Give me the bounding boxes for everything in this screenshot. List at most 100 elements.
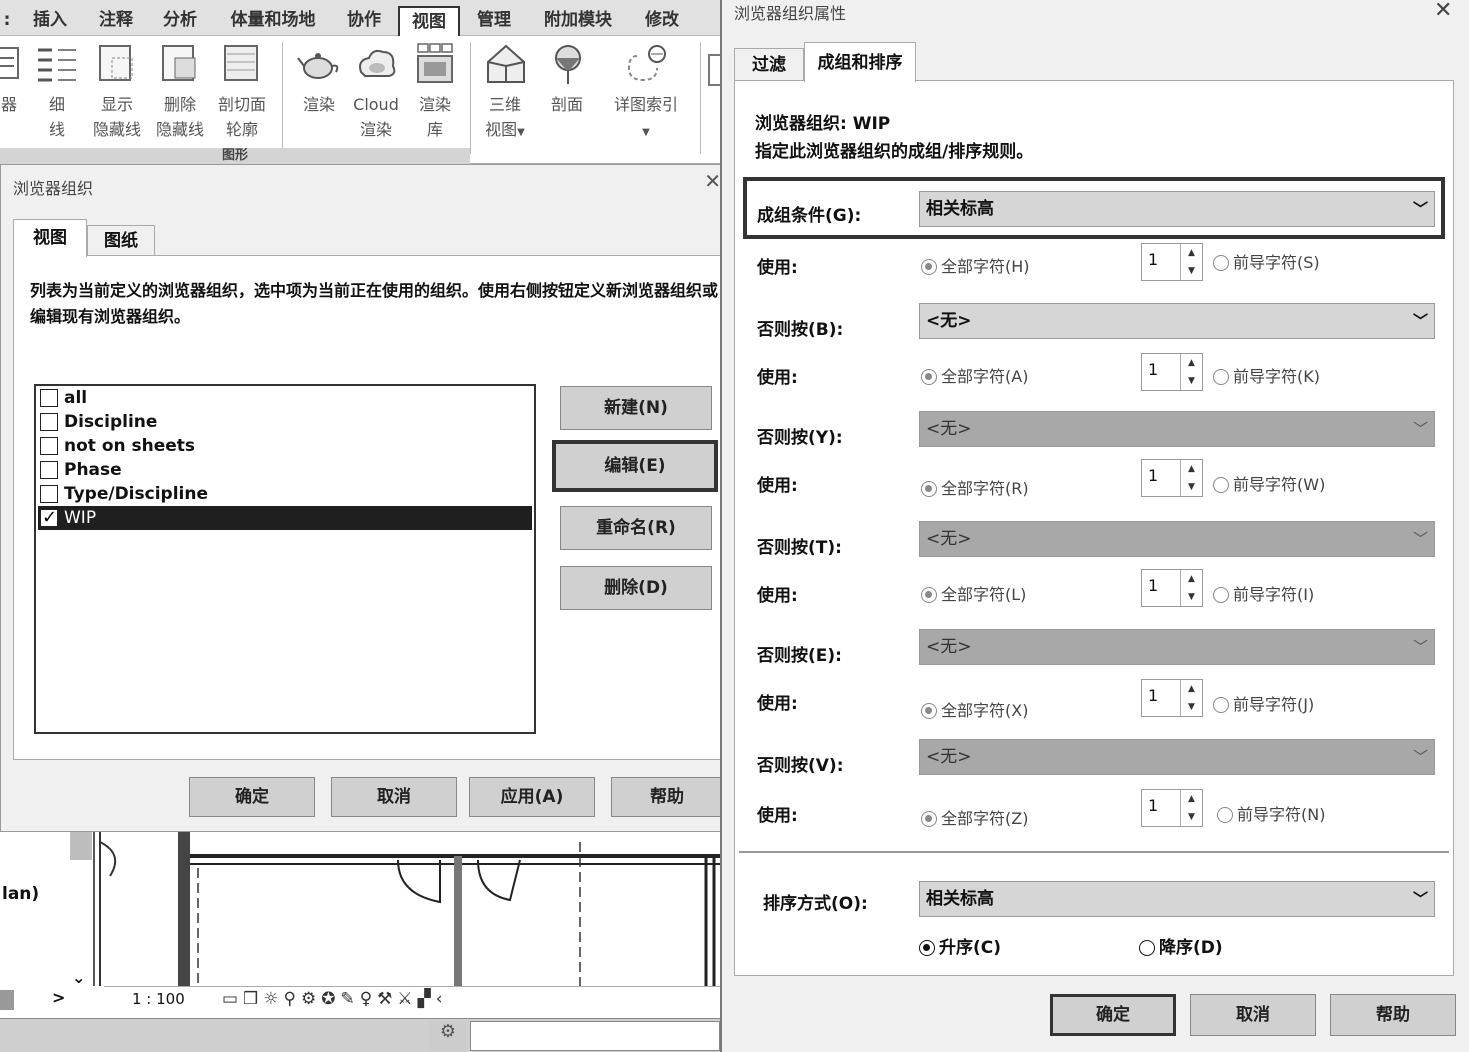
all-chars-radio[interactable]: 全部字符(X) [921, 697, 1028, 721]
then-by-combo[interactable]: <无> ﹀ [919, 739, 1435, 775]
spinner-arrows-icon[interactable]: ▲ ▼ [1180, 460, 1202, 496]
tab-modify[interactable]: 修改 [632, 0, 692, 36]
chars-spinner[interactable]: 1 ▲ ▼ [1141, 789, 1203, 827]
tab-addins[interactable]: 附加模块 [534, 0, 622, 36]
all-chars-radio[interactable]: 全部字符(L) [921, 581, 1026, 605]
scroll-right-icon[interactable]: > [52, 988, 65, 1007]
show-hidden-lines-button[interactable]: 显示 隐藏线 [88, 42, 146, 142]
tab-views[interactable]: 视图 [13, 219, 87, 257]
spinner-value: 1 [1148, 466, 1159, 485]
list-item-selected[interactable]: WIP [38, 506, 532, 530]
cancel-button[interactable]: 取消 [331, 777, 457, 817]
project-browser-item-label[interactable]: lan) [2, 884, 39, 904]
leading-chars-radio[interactable]: 前导字符(K) [1213, 363, 1320, 387]
edit-button[interactable]: 编辑(E) [552, 440, 718, 492]
ribbon-tool-partial[interactable]: 器 [0, 42, 26, 117]
thin-lines-button[interactable]: 细 线 [32, 42, 82, 142]
then-by-combo[interactable]: <无> ﹀ [919, 521, 1435, 557]
list-item[interactable]: Discipline [38, 410, 532, 434]
checkbox[interactable] [40, 437, 58, 455]
all-chars-radio[interactable]: 全部字符(R) [921, 475, 1029, 499]
help-button[interactable]: 帮助 [611, 777, 723, 817]
delete-button[interactable]: 删除(D) [560, 566, 712, 610]
list-item[interactable]: Type/Discipline [38, 482, 532, 506]
worksets-icon[interactable]: ⚙ [430, 1021, 466, 1051]
chars-spinner[interactable]: 1 ▲ ▼ [1141, 243, 1203, 281]
ribbon-separator [470, 42, 471, 154]
leading-chars-radio[interactable]: 前导字符(I) [1213, 581, 1314, 605]
checkbox-checked[interactable] [40, 506, 58, 530]
chars-spinner[interactable]: 1 ▲ ▼ [1141, 679, 1203, 717]
ok-button[interactable]: 确定 [1050, 994, 1176, 1036]
tab-massing-site[interactable]: 体量和场地 [218, 0, 328, 36]
view-control-icons[interactable]: ▭❒☼⚲⚙✪✎♀⚒⚔▞‹ [222, 989, 448, 1009]
close-icon[interactable]: ✕ [704, 169, 721, 193]
filter-icon [0, 47, 19, 79]
list-item[interactable]: Phase [38, 458, 532, 482]
render-gallery-button[interactable]: 渲染 库 [408, 42, 462, 142]
organization-list[interactable]: all Discipline not on sheets Phase Type/… [34, 384, 536, 734]
tab-grouping-sorting[interactable]: 成组和排序 [804, 42, 916, 82]
section-button[interactable]: 剖面 [540, 42, 594, 117]
leading-chars-radio[interactable]: 前导字符(N) [1217, 801, 1325, 825]
all-chars-radio[interactable]: 全部字符(Z) [921, 805, 1028, 829]
cut-profile-button[interactable]: 剖切面 轮廓 [212, 42, 272, 142]
spinner-arrows-icon[interactable]: ▲ ▼ [1180, 570, 1202, 606]
apply-button[interactable]: 应用(A) [469, 777, 595, 817]
group-by-combo[interactable]: 相关标高 ﹀ [919, 191, 1435, 227]
leading-chars-radio[interactable]: 前导字符(W) [1213, 471, 1325, 495]
ribbon-tab-partial[interactable]: : [0, 0, 14, 36]
scroll-down-icon[interactable]: ⌄ [72, 968, 85, 987]
list-item[interactable]: not on sheets [38, 434, 532, 458]
radio-label: 全部字符(X) [941, 701, 1029, 720]
remove-hidden-lines-button[interactable]: 删除 隐藏线 [150, 42, 210, 142]
tab-annotate[interactable]: 注释 [88, 0, 144, 36]
ribbon-tool-label: 器 [0, 95, 17, 114]
scrollbar-thumb[interactable] [0, 990, 14, 1010]
chars-spinner[interactable]: 1 ▲ ▼ [1141, 569, 1203, 607]
checkbox[interactable] [40, 461, 58, 479]
checkbox[interactable] [40, 389, 58, 407]
descending-radio[interactable]: 降序(D) [1139, 933, 1223, 958]
then-by-combo[interactable]: <无> ﹀ [919, 629, 1435, 665]
tab-manage[interactable]: 管理 [466, 0, 522, 36]
help-button[interactable]: 帮助 [1330, 994, 1456, 1036]
chars-spinner[interactable]: 1 ▲ ▼ [1141, 353, 1203, 391]
browser-scrollbar[interactable]: > [0, 986, 104, 1018]
tab-view[interactable]: 视图 [398, 6, 460, 37]
3d-view-button[interactable]: 三维 视图▼ [478, 42, 532, 145]
spinner-arrows-icon[interactable]: ▲ ▼ [1180, 354, 1202, 390]
checkbox[interactable] [40, 485, 58, 503]
sort-by-combo[interactable]: 相关标高 ﹀ [919, 881, 1435, 917]
rename-button[interactable]: 重命名(R) [560, 506, 712, 550]
then-by-combo[interactable]: <无> ﹀ [919, 411, 1435, 447]
ascending-radio[interactable]: 升序(C) [919, 933, 1001, 958]
ribbon-tool-label: 三维 [488, 95, 521, 114]
all-chars-radio[interactable]: 全部字符(H) [921, 253, 1030, 277]
tab-insert[interactable]: 插入 [22, 0, 78, 36]
cloud-render-button[interactable]: Cloud 渲染 [348, 42, 404, 142]
render-button[interactable]: 渲染 [294, 42, 344, 117]
ok-button[interactable]: 确定 [189, 777, 315, 817]
close-icon[interactable]: ✕ [1434, 0, 1452, 23]
all-chars-radio[interactable]: 全部字符(A) [921, 363, 1028, 387]
then-by-combo[interactable]: <无> ﹀ [919, 303, 1435, 339]
workset-field[interactable] [470, 1021, 720, 1051]
leading-chars-radio[interactable]: 前导字符(J) [1213, 691, 1314, 715]
chars-spinner[interactable]: 1 ▲ ▼ [1141, 459, 1203, 497]
chevron-down-icon: ﹀ [1412, 420, 1428, 438]
checkbox[interactable] [40, 413, 58, 431]
tab-collaborate[interactable]: 协作 [336, 0, 392, 36]
tab-sheets[interactable]: 图纸 [87, 225, 155, 255]
callout-button[interactable]: 详图索引 ▼ [600, 42, 692, 145]
spinner-arrows-icon[interactable]: ▲ ▼ [1180, 680, 1202, 716]
list-item[interactable]: all [38, 386, 532, 410]
spinner-arrows-icon[interactable]: ▲ ▼ [1180, 790, 1202, 826]
view-scale[interactable]: 1 : 100 [132, 990, 185, 1008]
leading-chars-radio[interactable]: 前导字符(S) [1213, 249, 1320, 273]
spinner-arrows-icon[interactable]: ▲ ▼ [1180, 244, 1202, 280]
new-button[interactable]: 新建(N) [560, 386, 712, 430]
tab-analyze[interactable]: 分析 [152, 0, 208, 36]
tab-filter[interactable]: 过滤 [734, 48, 804, 80]
cancel-button[interactable]: 取消 [1190, 994, 1316, 1036]
